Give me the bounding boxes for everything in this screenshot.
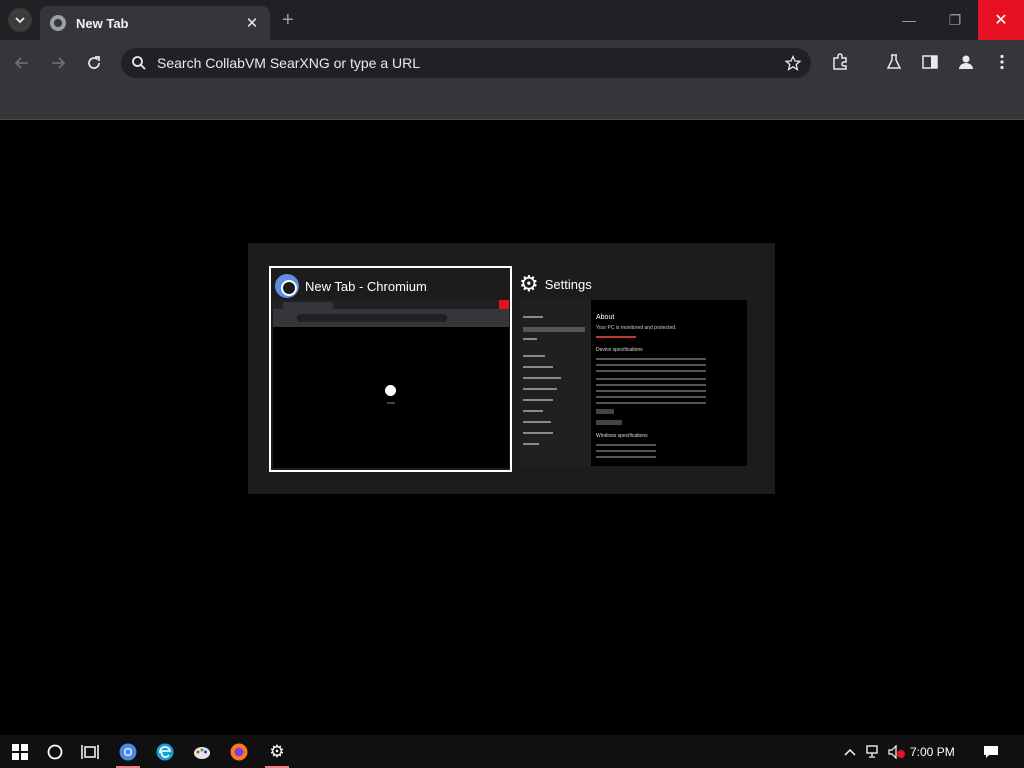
star-icon[interactable]	[785, 55, 801, 71]
taskbar-clock[interactable]: 7:00 PM	[910, 735, 955, 768]
chromium-thumbnail	[273, 300, 509, 468]
close-window-button[interactable]: ✕	[978, 0, 1024, 40]
extensions-button[interactable]	[829, 51, 851, 73]
taskbar-firefox[interactable]	[219, 735, 259, 768]
settings-main-preview: About Your PC is monitored and protected…	[591, 300, 747, 466]
settings-sidebar-preview	[519, 300, 591, 466]
start-icon	[12, 743, 28, 760]
extensions-icon	[833, 53, 847, 70]
loading-icon	[385, 385, 396, 396]
forward-icon	[52, 57, 66, 69]
task-view-icon	[81, 744, 99, 759]
settings-preview-windows: Windows specifications	[596, 433, 648, 439]
cortana-icon	[47, 744, 63, 759]
address-bar-placeholder: Search CollabVM SearXNG or type a URL	[157, 55, 420, 71]
profile-button[interactable]	[955, 51, 977, 73]
restore-button[interactable]: ❐	[932, 0, 978, 40]
start-button[interactable]	[0, 735, 40, 768]
edge-icon	[156, 743, 174, 760]
tray-network[interactable]	[864, 735, 884, 768]
volume-muted-icon	[888, 744, 905, 759]
action-center-button[interactable]	[980, 735, 1002, 768]
menu-icon	[1000, 54, 1004, 70]
profile-icon	[959, 55, 973, 69]
chevron-down-icon	[15, 17, 25, 24]
back-button[interactable]	[10, 51, 34, 75]
cortana-button[interactable]	[35, 735, 75, 768]
reload-icon	[88, 56, 100, 69]
tab-search-button[interactable]	[8, 8, 32, 32]
tab-new-tab[interactable]: New Tab ✕	[40, 6, 270, 40]
taskbar: ⚙ 7:00 PM	[0, 735, 1024, 768]
task-view-button[interactable]	[70, 735, 110, 768]
settings-thumbnail: About Your PC is monitored and protected…	[519, 300, 747, 466]
tab-title: New Tab	[76, 15, 129, 31]
window-label: Settings	[544, 276, 592, 292]
labs-button[interactable]	[883, 51, 905, 73]
settings-preview-device: Device specifications	[596, 347, 643, 353]
taskbar-edge[interactable]	[145, 735, 185, 768]
chevron-up-icon	[844, 748, 856, 756]
settings-preview-title: About	[596, 314, 615, 321]
address-bar[interactable]: Search CollabVM SearXNG or type a URL	[121, 48, 811, 78]
taskbar-settings[interactable]: ⚙	[257, 735, 297, 768]
tab-strip: New Tab ✕ + — ❐ ✕	[0, 0, 1024, 40]
chromium-taskbar-icon	[119, 743, 137, 760]
window-label: New Tab - Chromium	[305, 278, 427, 294]
tab-close-icon[interactable]: ✕	[244, 14, 260, 32]
search-icon	[132, 56, 146, 70]
settings-taskbar-icon: ⚙	[269, 741, 285, 761]
gear-icon: ⚙	[519, 271, 539, 296]
paint-icon	[194, 746, 210, 759]
window-header: New Tab - Chromium	[275, 274, 427, 298]
menu-button[interactable]	[991, 51, 1013, 73]
taskbar-paint[interactable]	[182, 735, 222, 768]
taskbar-chromium[interactable]	[108, 735, 148, 768]
window-header: ⚙ Settings	[519, 272, 592, 296]
notification-icon	[984, 745, 998, 758]
tab-favicon-icon	[50, 15, 66, 31]
new-tab-button[interactable]: +	[282, 9, 294, 32]
bookmarks-bar	[0, 86, 1024, 120]
reload-button[interactable]	[82, 51, 106, 75]
firefox-icon	[230, 743, 248, 760]
tray-overflow-button[interactable]	[840, 735, 860, 768]
minimize-button[interactable]: —	[886, 0, 932, 40]
settings-preview-subtitle: Your PC is monitored and protected.	[596, 325, 677, 331]
side-panel-icon	[922, 55, 938, 69]
labs-icon	[886, 54, 902, 69]
tray-volume[interactable]	[887, 735, 907, 768]
side-panel-button[interactable]	[919, 51, 941, 73]
back-icon	[14, 57, 28, 69]
chromium-icon	[275, 274, 299, 298]
forward-button[interactable]	[46, 51, 70, 75]
network-icon	[866, 744, 878, 758]
